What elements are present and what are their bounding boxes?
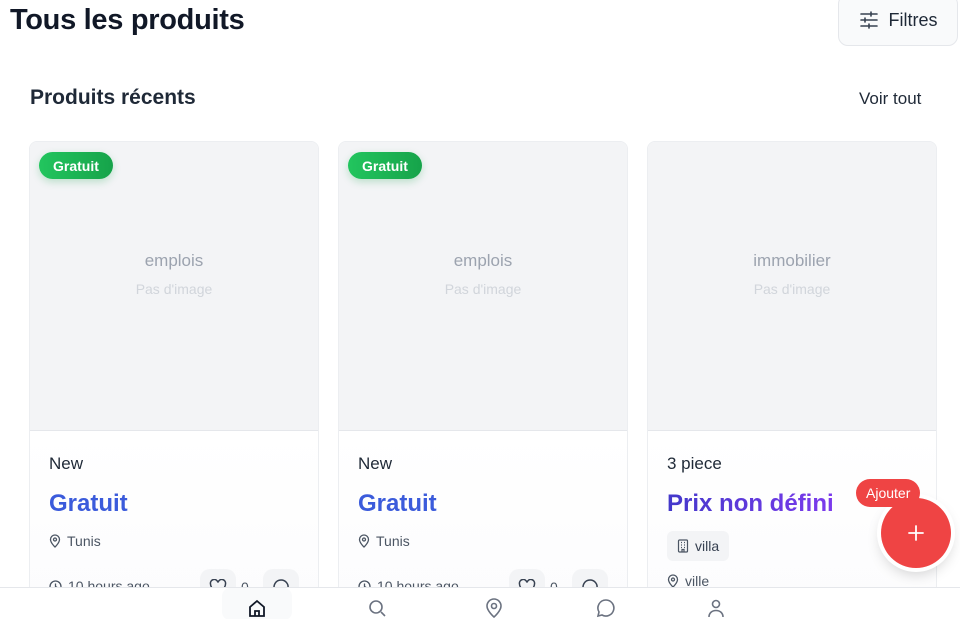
product-name: New: [358, 454, 393, 473]
product-location: Tunis: [49, 533, 101, 549]
search-icon: [367, 598, 387, 619]
section-title: Produits récents: [30, 86, 196, 109]
chat-icon: [596, 598, 616, 619]
filters-label: Filtres: [888, 9, 938, 30]
product-name: New: [49, 454, 84, 473]
image-placeholder: immobilier Pas d'image: [648, 142, 936, 431]
image-placeholder: emplois Pas d'image: [339, 142, 627, 431]
no-image-label: Pas d'image: [444, 281, 522, 297]
category-label: emplois: [453, 251, 513, 270]
nav-search[interactable]: [357, 598, 397, 619]
no-image-label: Pas d'image: [753, 281, 831, 297]
home-icon: [247, 598, 267, 619]
property-type-tag: villa: [667, 531, 730, 561]
add-product-button[interactable]: [881, 498, 951, 568]
product-price: Prix non défini: [667, 490, 834, 517]
location-text: Tunis: [67, 533, 101, 549]
sliders-icon: [859, 11, 879, 29]
page-title: Tous les produits: [10, 4, 245, 36]
add-tooltip: Ajouter: [856, 479, 921, 507]
product-card[interactable]: emplois Pas d'image Gratuit New Gratuit …: [29, 141, 319, 611]
product-price: Gratuit: [358, 490, 437, 517]
see-all-link[interactable]: Voir tout: [859, 89, 921, 109]
map-pin-icon: [485, 598, 503, 619]
no-image-label: Pas d'image: [135, 281, 213, 297]
category-label: emplois: [144, 251, 204, 270]
bottom-navigation: [0, 587, 960, 619]
plus-icon: [908, 525, 924, 541]
product-name: 3 piece: [667, 454, 722, 473]
product-location: Tunis: [358, 533, 410, 549]
page: Tous les produits Filtres Produits récen…: [0, 0, 960, 619]
free-badge: Gratuit: [348, 152, 422, 179]
product-card[interactable]: emplois Pas d'image Gratuit New Gratuit …: [338, 141, 628, 611]
nav-messages[interactable]: [586, 598, 626, 619]
nav-profile[interactable]: [696, 598, 736, 619]
location-text: Tunis: [376, 533, 410, 549]
building-icon: [677, 539, 689, 553]
tag-text: villa: [695, 538, 720, 554]
map-pin-icon: [667, 574, 679, 588]
nav-map[interactable]: [474, 598, 514, 619]
nav-home[interactable]: [222, 588, 292, 619]
filters-button[interactable]: Filtres: [838, 0, 958, 46]
image-placeholder: emplois Pas d'image: [30, 142, 318, 431]
free-badge: Gratuit: [39, 152, 113, 179]
product-price: Gratuit: [49, 490, 128, 517]
map-pin-icon: [358, 534, 370, 548]
map-pin-icon: [49, 534, 61, 548]
user-icon: [706, 598, 726, 619]
category-label: immobilier: [753, 251, 831, 270]
